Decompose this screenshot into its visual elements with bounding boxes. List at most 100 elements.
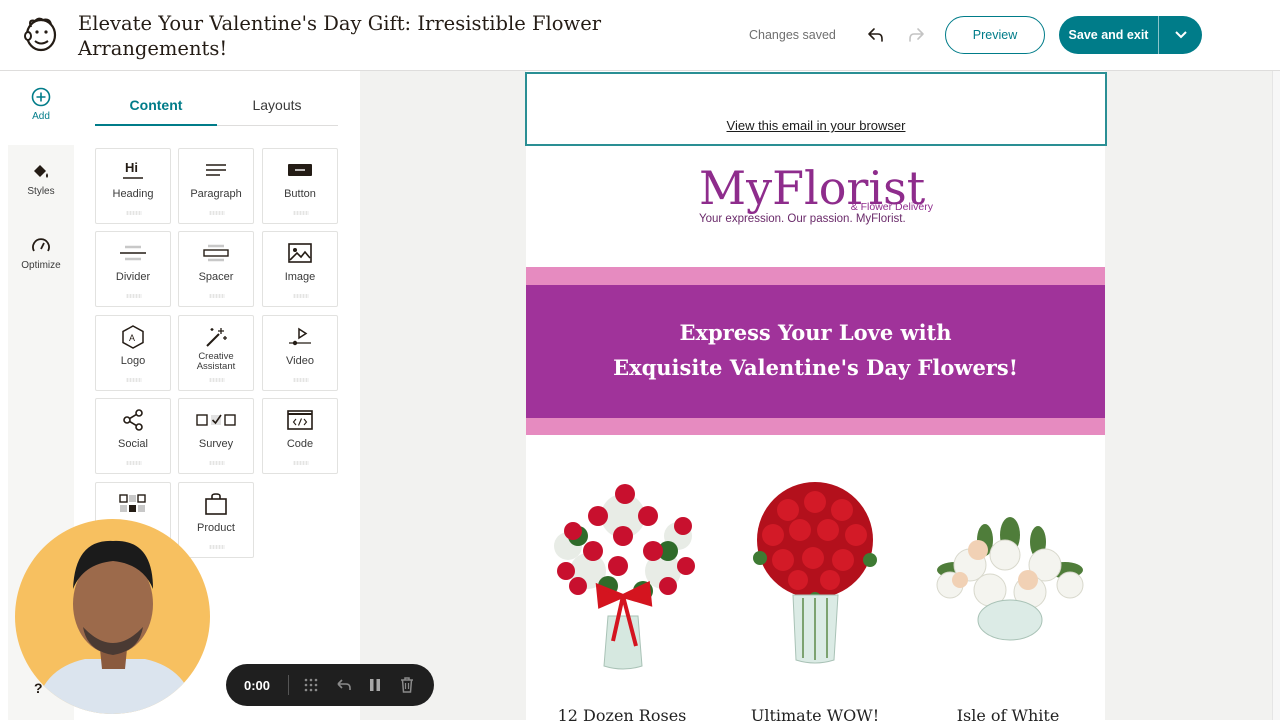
block-label: Social (118, 438, 148, 450)
video-block[interactable]: Video (262, 315, 338, 391)
drag-handle[interactable] (293, 378, 309, 382)
banner-stripe-bottom (526, 418, 1105, 435)
styles-nav-label: Styles (27, 186, 55, 197)
product-name[interactable]: 12 Dozen Roses (527, 706, 717, 725)
undo-icon[interactable] (864, 25, 886, 45)
drag-handle[interactable] (209, 294, 225, 298)
tab-content[interactable]: Content (95, 97, 217, 113)
banner-stripe-top (526, 267, 1105, 285)
svg-text:A: A (129, 333, 135, 343)
delete-recording-button[interactable] (391, 664, 423, 706)
button-block[interactable]: Button (262, 148, 338, 224)
view-in-browser-block[interactable]: View this email in your browser (525, 72, 1107, 146)
button-icon (288, 164, 312, 176)
heading-block[interactable]: Hi Heading (95, 148, 171, 224)
banner-headline-line2: Exquisite Valentine's Day Flowers! (613, 355, 1018, 380)
recording-timer: 0:00 (243, 677, 271, 693)
survey-block[interactable]: Survey (178, 398, 254, 474)
presenter-video-image (35, 540, 195, 714)
logo-tagline: Your expression. Our passion. MyFlorist. (699, 213, 906, 225)
mailchimp-logo-icon[interactable] (22, 15, 60, 53)
product-block[interactable]: Product (178, 482, 254, 558)
drag-handle[interactable] (126, 378, 142, 382)
recording-separator (288, 675, 289, 695)
spacer-block[interactable]: Spacer (178, 231, 254, 307)
share-icon (123, 409, 143, 431)
drag-handle[interactable] (126, 461, 142, 465)
redo-icon[interactable] (906, 25, 928, 45)
preview-button[interactable]: Preview (945, 16, 1045, 54)
add-nav-label: Add (32, 111, 50, 122)
top-bar: Elevate Your Valentine's Day Gift: Irres… (0, 0, 1280, 71)
product-name[interactable]: Isle of White (913, 706, 1103, 725)
canvas-scrollbar[interactable] (1272, 71, 1280, 720)
webcam-bubble[interactable] (15, 519, 210, 714)
undo-arrow-icon (337, 679, 351, 690)
optimize-nav-label: Optimize (21, 260, 61, 271)
image-block[interactable]: Image (262, 231, 338, 307)
campaign-title[interactable]: Elevate Your Valentine's Day Gift: Irres… (78, 11, 638, 61)
drag-handle[interactable] (293, 211, 309, 215)
banner-headline-line1: Express Your Love with (679, 320, 952, 345)
restart-recording-button[interactable] (327, 664, 359, 706)
add-circle-icon (31, 87, 51, 107)
gauge-icon (32, 238, 50, 252)
block-label: Heading (112, 188, 154, 200)
save-options-button[interactable] (1159, 16, 1202, 54)
spacer-icon (203, 244, 229, 262)
save-and-exit-button[interactable]: Save and exit (1059, 16, 1159, 54)
block-label: Button (284, 188, 316, 200)
paragraph-icon (206, 164, 226, 176)
logo-subtitle: & Flower Delivery (851, 201, 934, 213)
block-label: Survey (198, 438, 234, 450)
grid-dots-button[interactable] (295, 664, 327, 706)
image-icon (288, 243, 312, 263)
svg-text:Hi: Hi (125, 160, 138, 175)
logo-block[interactable]: A Logo (95, 315, 171, 391)
block-label: Spacer (198, 271, 234, 283)
drag-handle[interactable] (126, 294, 142, 298)
styles-nav-button[interactable]: Styles (8, 162, 74, 197)
block-label: Video (286, 355, 314, 367)
white-lilies-image[interactable] (930, 510, 1090, 645)
drag-handle[interactable] (126, 211, 142, 215)
active-tab-indicator (95, 124, 217, 126)
block-label: Code (286, 438, 314, 450)
myflorist-logo[interactable]: MyFlorist & Flower Delivery Your express… (697, 158, 937, 230)
block-label: Creative Assistant (196, 351, 236, 372)
grid-dots-icon (304, 678, 318, 692)
code-block[interactable]: Code (262, 398, 338, 474)
heading-icon: Hi (123, 160, 143, 179)
chevron-down-icon (1174, 31, 1187, 39)
code-icon (287, 410, 313, 430)
creative-assistant-block[interactable]: Creative Assistant (178, 315, 254, 391)
divider-block[interactable]: Divider (95, 231, 171, 307)
block-label: Logo (120, 355, 146, 367)
tab-layouts[interactable]: Layouts (217, 97, 337, 113)
view-in-browser-link[interactable]: View this email in your browser (527, 118, 1105, 133)
save-button-group: Save and exit (1059, 16, 1202, 54)
apps-icon (119, 494, 146, 512)
drag-handle[interactable] (209, 211, 225, 215)
drag-handle[interactable] (209, 461, 225, 465)
drag-handle[interactable] (293, 461, 309, 465)
video-icon (289, 327, 311, 346)
survey-icon (196, 414, 236, 426)
add-nav-button[interactable]: Add (8, 87, 74, 122)
block-label: Divider (115, 271, 151, 283)
drag-handle[interactable] (293, 294, 309, 298)
drag-handle[interactable] (209, 545, 225, 549)
optimize-nav-button[interactable]: Optimize (8, 236, 74, 271)
hero-banner[interactable] (526, 285, 1105, 418)
divider-icon (120, 245, 146, 261)
pause-recording-button[interactable] (359, 664, 391, 706)
block-label: Image (284, 271, 316, 283)
drag-handle[interactable] (209, 378, 225, 382)
social-block[interactable]: Social (95, 398, 171, 474)
logo-icon: A (122, 325, 144, 349)
block-label: Paragraph (190, 188, 242, 200)
magic-wand-icon (206, 328, 227, 347)
product-name[interactable]: Ultimate WOW! (720, 706, 910, 725)
roses-bouquet-image[interactable] (538, 476, 708, 676)
paragraph-block[interactable]: Paragraph (178, 148, 254, 224)
